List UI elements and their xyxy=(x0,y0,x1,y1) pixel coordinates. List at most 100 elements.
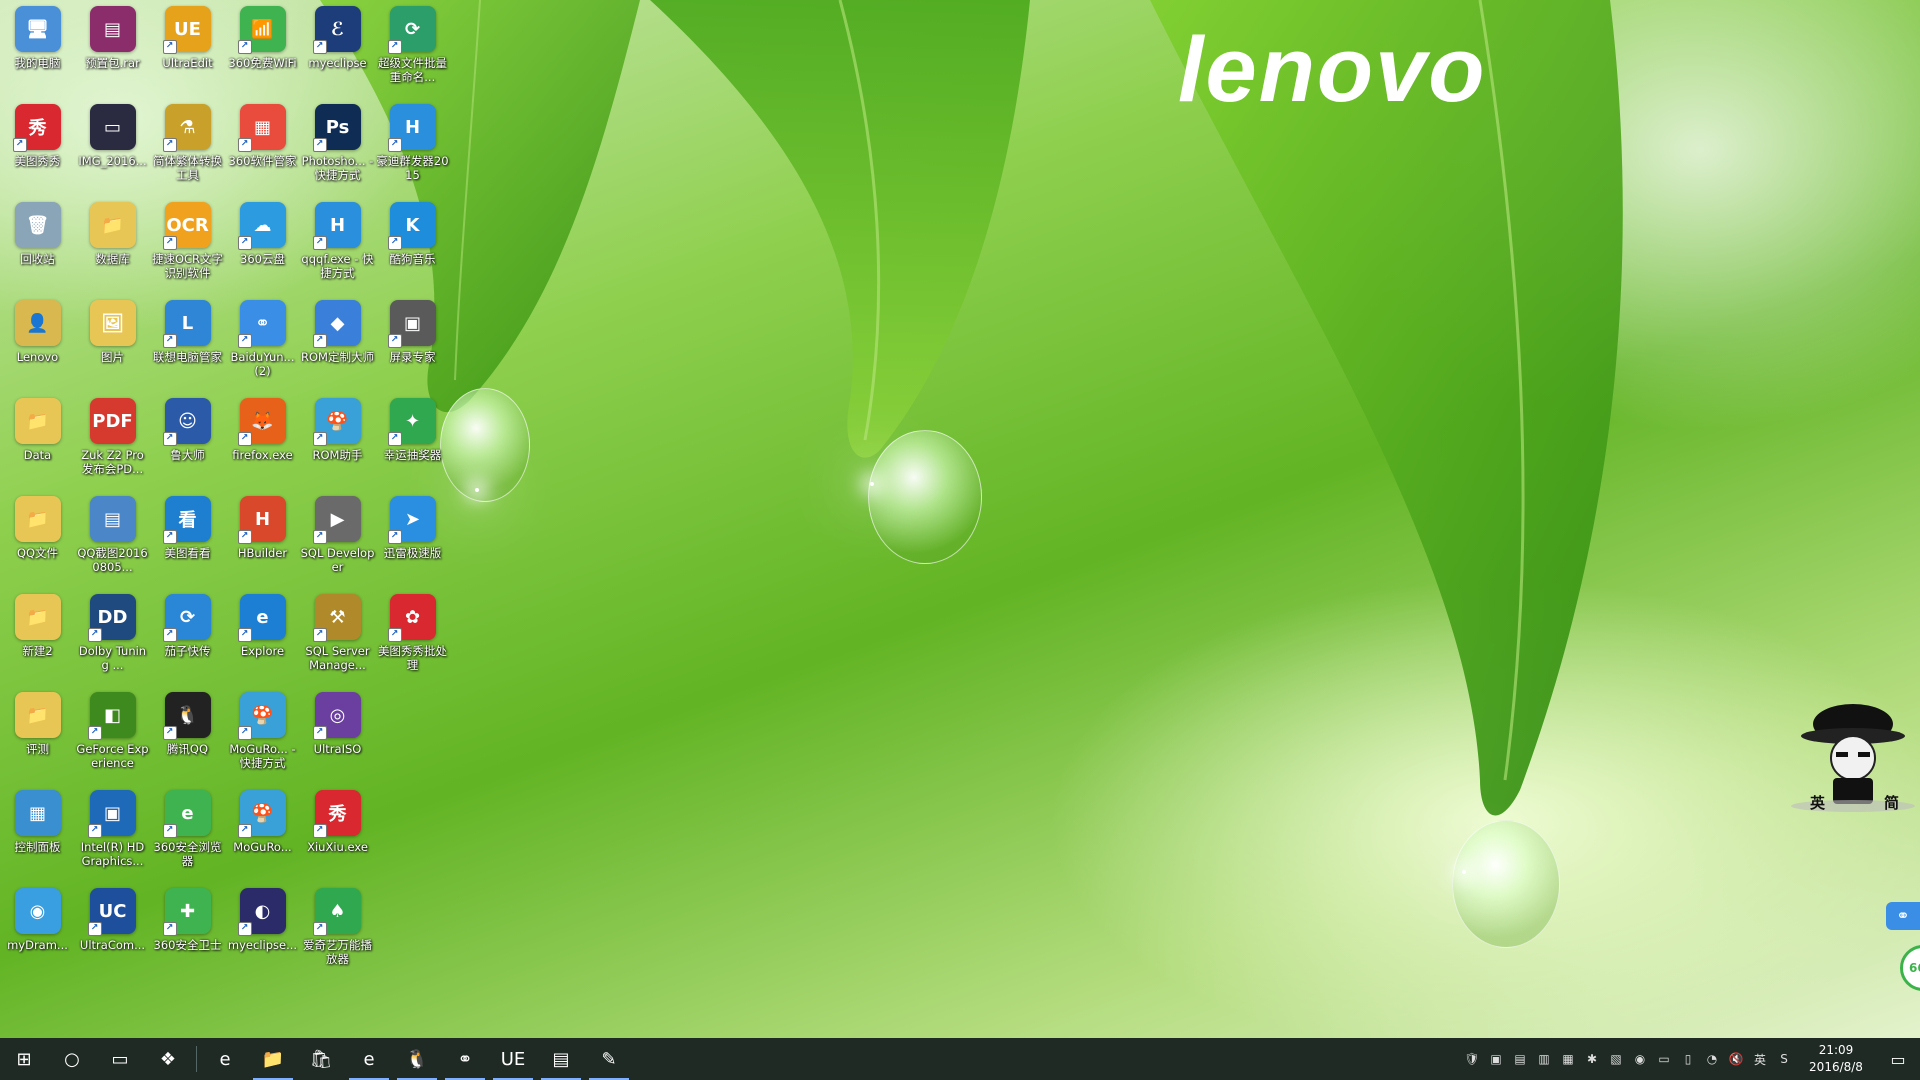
desktop-icon[interactable]: 🍄 ↗ ROM助手 xyxy=(300,392,375,490)
shortcut-arrow-icon: ↗ xyxy=(237,334,252,348)
desktop-icon[interactable]: ▣ ↗ 屏录专家 xyxy=(375,294,450,392)
desktop-icon[interactable]: ◆ ↗ ROM定制大师 xyxy=(300,294,375,392)
desktop-icon[interactable]: ▤ 预置包.rar xyxy=(75,0,150,98)
qq-button[interactable]: 🐧 xyxy=(393,1038,441,1080)
cortana-button[interactable]: ○ xyxy=(48,1038,96,1080)
tray-icon[interactable]: ▭ xyxy=(1652,1038,1676,1080)
desktop-icon[interactable]: 📁 Data xyxy=(0,392,75,490)
desktop-icon[interactable]: ☁ ↗ 360云盘 xyxy=(225,196,300,294)
desktop-icon[interactable]: 📁 QQ文件 xyxy=(0,490,75,588)
desktop-icon[interactable]: ✿ ↗ 美图秀秀批处理 xyxy=(375,588,450,686)
desktop-icon[interactable]: 🖥 我的电脑 xyxy=(0,0,75,98)
file-explorer-button[interactable]: 📁 xyxy=(249,1038,297,1080)
input-method-mascot[interactable]: 英 简 xyxy=(1788,700,1918,818)
desktop-icon[interactable]: 📁 数据库 xyxy=(75,196,150,294)
360-browser-button[interactable]: e xyxy=(345,1038,393,1080)
desktop-icon[interactable]: 📁 评测 xyxy=(0,686,75,784)
app-icon: ▣ ↗ xyxy=(87,790,136,838)
desktop-icon[interactable]: H ↗ HBuilder xyxy=(225,490,300,588)
app-glyph: UE xyxy=(174,18,201,40)
paint-button[interactable]: ✎ xyxy=(585,1038,633,1080)
desktop-icon[interactable]: 🍄 ↗ MoGuRo... - 快捷方式 xyxy=(225,686,300,784)
desktop-icon[interactable]: 👤 Lenovo xyxy=(0,294,75,392)
desktop-icon[interactable]: ◧ ↗ GeForce Experience xyxy=(75,686,150,784)
tray-icon[interactable]: ▧ xyxy=(1604,1038,1628,1080)
app-glyph: ✦ xyxy=(404,410,421,432)
action-center-button[interactable]: ▭ xyxy=(1876,1038,1920,1080)
desktop-icon[interactable]: DD ↗ Dolby Tuning ... xyxy=(75,588,150,686)
tray-icon[interactable]: ▣ xyxy=(1484,1038,1508,1080)
notepad-button[interactable]: ▤ xyxy=(537,1038,585,1080)
desktop-icon[interactable]: 📶 ↗ 360免费WiFi xyxy=(225,0,300,98)
desktop-icon[interactable]: UC ↗ UltraCom... xyxy=(75,882,150,980)
tray-icon[interactable]: 英 xyxy=(1748,1038,1772,1080)
tray-icon[interactable]: ▦ xyxy=(1556,1038,1580,1080)
desktop-icon[interactable]: ▶ ↗ SQL Developer xyxy=(300,490,375,588)
tray-icon[interactable]: ✱ xyxy=(1580,1038,1604,1080)
tray-icon[interactable]: ◔ xyxy=(1700,1038,1724,1080)
tray-icon[interactable]: ◉ xyxy=(1628,1038,1652,1080)
app-icon: ▦ xyxy=(14,790,61,836)
desktop-icon[interactable]: H ↗ qqqf.exe - 快捷方式 xyxy=(300,196,375,294)
desktop-icon[interactable]: ➤ ↗ 迅雷极速版 xyxy=(375,490,450,588)
desktop-icon[interactable]: PDF Zuk Z2 Pro 发布会PD... xyxy=(75,392,150,490)
desktop-icon[interactable]: Ps ↗ Photosho... - 快捷方式 xyxy=(300,98,375,196)
desktop-icon[interactable]: ♠ ↗ 爱奇艺万能播放器 xyxy=(300,882,375,980)
desktop-icon[interactable]: ☺ ↗ 鲁大师 xyxy=(150,392,225,490)
desktop-icon[interactable]: 🐧 ↗ 腾讯QQ xyxy=(150,686,225,784)
mascot-script-label[interactable]: 简 xyxy=(1884,792,1899,813)
tray-icon[interactable]: ▤ xyxy=(1508,1038,1532,1080)
tray-icon[interactable]: ▯ xyxy=(1676,1038,1700,1080)
ultraedit-button[interactable]: UE xyxy=(489,1038,537,1080)
store-button[interactable]: 🛍 xyxy=(297,1038,345,1080)
desktop-icon[interactable]: L ↗ 联想电脑管家 xyxy=(150,294,225,392)
desktop-icon[interactable]: 秀 ↗ XiuXiu.exe xyxy=(300,784,375,882)
desktop-icon[interactable]: ✦ ↗ 幸运抽奖器 xyxy=(375,392,450,490)
desktop-icon[interactable]: ◎ ↗ UltraISO xyxy=(300,686,375,784)
desktop-icon[interactable]: UE ↗ UltraEdit xyxy=(150,0,225,98)
desktop-icon[interactable]: ◉ myDram... xyxy=(0,882,75,980)
shortcut-arrow-icon: ↗ xyxy=(162,628,177,642)
desktop-icon[interactable]: ▦ 控制面板 xyxy=(0,784,75,882)
app-launcher-button[interactable]: ❖ xyxy=(144,1038,192,1080)
desktop-icon[interactable]: ⚒ ↗ SQL Server Manage... xyxy=(300,588,375,686)
edge-browser-button[interactable]: e xyxy=(201,1038,249,1080)
desktop-icon[interactable]: 🍄 ↗ MoGuRo... xyxy=(225,784,300,882)
tray-icon[interactable]: S xyxy=(1772,1038,1796,1080)
tray-icon[interactable]: ▥ xyxy=(1532,1038,1556,1080)
desktop-icon[interactable]: ▭ IMG_2016... xyxy=(75,98,150,196)
start-button[interactable]: ⊞ xyxy=(0,1038,48,1080)
app-glyph: ☁ xyxy=(253,214,272,236)
desktop-icon[interactable]: ▣ ↗ Intel(R) HD Graphics... xyxy=(75,784,150,882)
desktop-icon[interactable]: 🗑 回收站 xyxy=(0,196,75,294)
desktop-icon[interactable]: 🖼 图片 xyxy=(75,294,150,392)
desktop-icon[interactable]: 秀 ↗ 美图秀秀 xyxy=(0,98,75,196)
desktop-icon[interactable]: ◐ ↗ myeclipse... xyxy=(225,882,300,980)
desktop-icon[interactable]: ⚗ ↗ 简体繁体转换工具 xyxy=(150,98,225,196)
desktop-icon[interactable]: ℰ ↗ myeclipse xyxy=(300,0,375,98)
baiduyun-button[interactable]: ⚭ xyxy=(441,1038,489,1080)
desktop-icon[interactable]: e ↗ 360安全浏览器 xyxy=(150,784,225,882)
desktop-icon[interactable]: 🦊 ↗ firefox.exe xyxy=(225,392,300,490)
desktop-icon[interactable]: ⚭ ↗ BaiduYun... (2) xyxy=(225,294,300,392)
desktop-icon[interactable]: ⟳ ↗ 茄子快传 xyxy=(150,588,225,686)
desktop-icon[interactable]: ▦ ↗ 360软件管家 xyxy=(225,98,300,196)
tray-icon[interactable]: 🔇 xyxy=(1724,1038,1748,1080)
desktop-icon[interactable]: 📁 新建2 xyxy=(0,588,75,686)
desktop-icon[interactable]: H ↗ 豪迪群发器2015 xyxy=(375,98,450,196)
tray-icon[interactable]: 🛡 xyxy=(1460,1038,1484,1080)
shortcut-arrow-icon: ↗ xyxy=(87,824,102,838)
water-drop xyxy=(1452,820,1560,948)
desktop-icon[interactable]: OCR ↗ 捷速OCR文字识别软件 xyxy=(150,196,225,294)
clock[interactable]: 21:09 2016/8/8 xyxy=(1796,1042,1876,1076)
desktop-icon[interactable]: e ↗ Explore xyxy=(225,588,300,686)
baiduyun-float-button[interactable]: ⚭ xyxy=(1886,902,1920,930)
task-view-button[interactable]: ▭ xyxy=(96,1038,144,1080)
desktop-icon[interactable]: 看 ↗ 美图看看 xyxy=(150,490,225,588)
desktop-icon[interactable]: ⟳ ↗ 超级文件批量重命名... xyxy=(375,0,450,98)
desktop-icon[interactable]: ✚ ↗ 360安全卫士 xyxy=(150,882,225,980)
desktop-icon[interactable]: K ↗ 酷狗音乐 xyxy=(375,196,450,294)
desktop-icon[interactable]: ▤ QQ截图20160805... xyxy=(75,490,150,588)
360-browser-icon: e xyxy=(363,1048,375,1070)
mascot-lang-label[interactable]: 英 xyxy=(1810,792,1825,813)
